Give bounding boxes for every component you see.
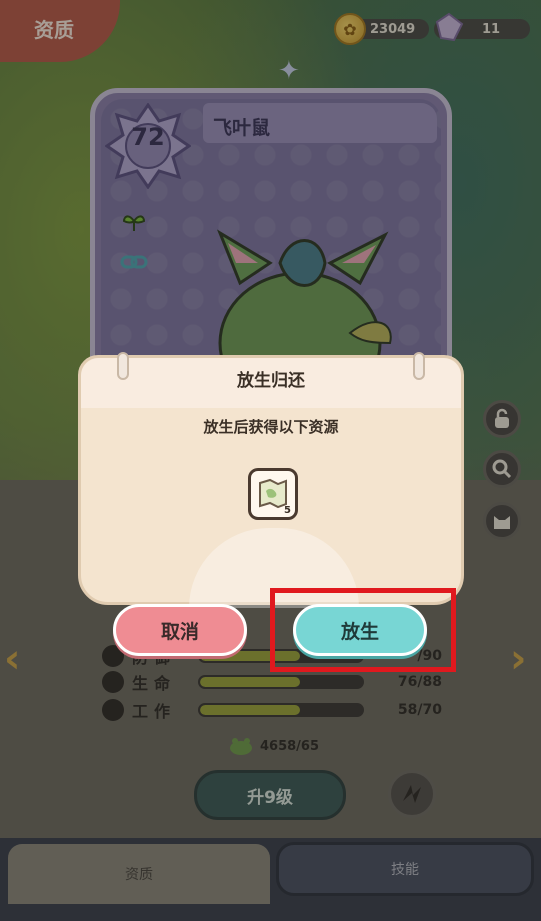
- cancel-button[interactable]: 取消: [113, 604, 247, 656]
- dialog-subtitle: 放生后获得以下资源: [203, 418, 339, 436]
- release-dialog: 放生归还 放生后获得以下资源 5: [78, 352, 464, 608]
- reward-count: 5: [284, 505, 291, 516]
- dialog-title: 放生归还: [237, 371, 305, 391]
- highlight-box: [270, 588, 456, 672]
- reward-item[interactable]: 5: [248, 468, 298, 520]
